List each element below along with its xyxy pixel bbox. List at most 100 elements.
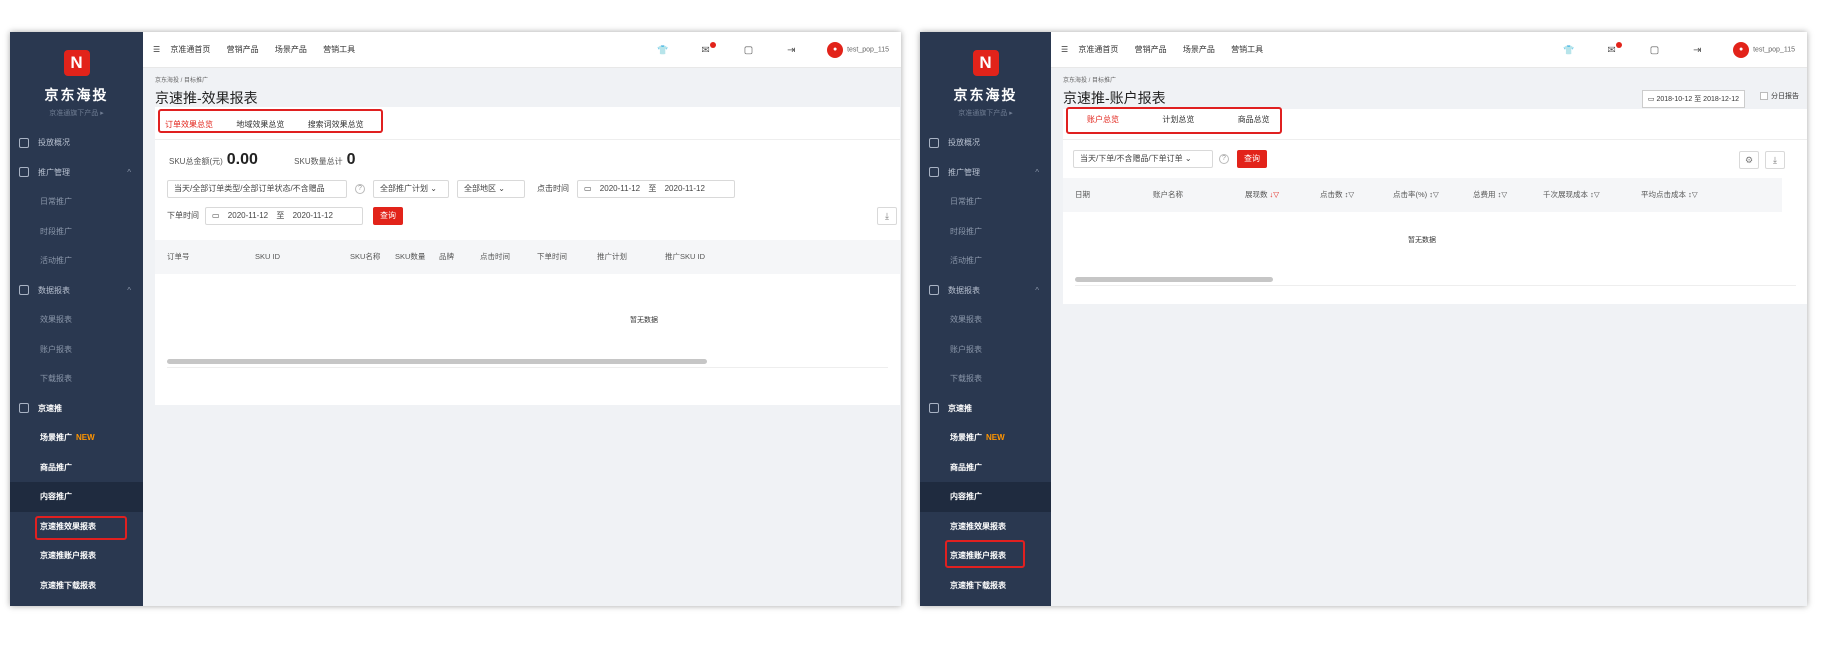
sidebar-item-product-promo[interactable]: 商品推广 [10,453,143,483]
click-time-range[interactable]: ▭ 2020-11-12 至 2020-11-12 [577,180,735,198]
sort-icon[interactable]: ↕▽ [1496,190,1508,199]
settings-icon[interactable]: ⚙ [1739,151,1759,169]
nav-marketing-products[interactable]: 营销产品 [227,45,259,54]
split-report-checkbox[interactable]: 分日报告 [1760,91,1799,101]
sidebar-item-account-report[interactable]: 账户报表 [920,335,1051,365]
menu-icon[interactable]: ☰ [153,45,160,54]
mail-icon[interactable]: ✉ [1605,33,1622,69]
sort-icon[interactable]: ↓▽ [1270,190,1280,199]
horizontal-scrollbar[interactable] [167,359,707,364]
exit-icon[interactable]: ⇥ [1690,33,1704,69]
region-select[interactable]: 全部地区 ⌄ [457,180,525,198]
avatar[interactable]: ● [827,42,844,59]
nav-marketing-products[interactable]: 营销产品 [1135,45,1167,54]
sidebar-item-jst-effect-report[interactable]: 京速推效果报表 [10,512,143,542]
tab-product-overview[interactable]: 商品总览 [1238,110,1270,130]
sidebar-item-download-report[interactable]: 下载报表 [920,364,1051,394]
horizontal-scrollbar[interactable] [1075,277,1273,282]
doc-icon[interactable]: ▢ [1648,33,1662,69]
sidebar-item-data-reports[interactable]: 数据报表 ^ [10,276,143,306]
sidebar-item-daily-promo[interactable]: 日常推广 [920,187,1051,217]
nav-marketing-tools[interactable]: 营销工具 [1231,45,1263,54]
sidebar-item-event-promo[interactable]: 活动推广 [10,246,143,276]
sidebar-item-jst-effect-report[interactable]: 京速推效果报表 [920,512,1051,542]
sidebar-item-jingsutui[interactable]: 京速推 [10,394,143,424]
nav-home[interactable]: 京准通首页 [1078,45,1118,54]
sidebar-item-promotion-mgmt[interactable]: 推广管理 ^ [10,158,143,188]
tab-divider [155,139,900,140]
order-type-value: 当天/全部订单类型/全部订单状态/不含赠品 [174,184,325,193]
sidebar-item-effect-report[interactable]: 效果报表 [10,305,143,335]
sidebar-item-download-report[interactable]: 下载报表 [10,364,143,394]
nav-scene-products[interactable]: 场景产品 [275,45,307,54]
sku-qty-value: 0 [346,151,356,168]
sidebar-item-overview[interactable]: 投放概况 [10,128,143,158]
shirt-icon[interactable]: 👕 [1562,32,1576,68]
download-icon[interactable]: ⤓ [877,207,897,225]
tab-plan-overview[interactable]: 计划总览 [1162,110,1194,130]
username[interactable]: test_pop_115 [1753,46,1795,53]
sort-icon[interactable]: ↕▽ [1588,190,1600,199]
sort-icon[interactable]: ↕▽ [1343,190,1355,199]
plan-select[interactable]: 全部推广计划 ⌄ [373,180,449,198]
new-badge: NEW [986,433,1005,442]
mail-icon[interactable]: ✉ [699,33,716,69]
tab-order-effect[interactable]: 订单效果总览 [165,115,213,135]
sidebar-item-data-reports[interactable]: 数据报表 ^ [920,276,1051,306]
date-range-picker[interactable]: ▭ 2018-10-12 至 2018-12-12 [1641,90,1745,108]
sidebar-item-effect-report[interactable]: 效果报表 [920,305,1051,335]
doc-icon[interactable]: ▢ [742,33,756,69]
sidebar-item-label: 京速推账户报表 [950,551,1006,560]
nav-home[interactable]: 京准通首页 [170,45,210,54]
help-icon[interactable]: ? [1219,154,1229,164]
sidebar-item-product-promo[interactable]: 商品推广 [920,453,1051,483]
sidebar-item-jst-account-report[interactable]: 京速推账户报表 [920,541,1051,571]
sidebar-item-jst-download-report[interactable]: 京速推下载报表 [920,571,1051,601]
username[interactable]: test_pop_115 [847,46,889,53]
split-report-label: 分日报告 [1771,93,1799,100]
tab-region-effect[interactable]: 地域效果总览 [236,115,284,135]
sidebar-item-scene-promo[interactable]: 场景推广 NEW [920,423,1051,453]
sidebar-item-overview[interactable]: 投放概况 [920,128,1051,158]
help-icon[interactable]: ? [355,184,365,194]
query-button[interactable]: 查询 [373,207,403,225]
sidebar-item-scene-promo[interactable]: 场景推广 NEW [10,423,143,453]
tab-account-overview[interactable]: 账户总览 [1087,110,1119,130]
filter-select[interactable]: 当天/下单/不含赠品/下单订单 ⌄ [1073,150,1213,168]
tab-keyword-effect[interactable]: 搜索词效果总览 [308,115,364,135]
sidebar-item-promotion-mgmt[interactable]: 推广管理 ^ [920,158,1051,188]
avatar[interactable]: ● [1733,42,1750,59]
sidebar-item-event-promo[interactable]: 活动推广 [920,246,1051,276]
sidebar-item-content-promo[interactable]: 内容推广 [920,482,1051,512]
sidebar-item-jst-account-report[interactable]: 京速推账户报表 [10,541,143,571]
nav-scene-products[interactable]: 场景产品 [1183,45,1215,54]
notification-dot [1615,42,1622,48]
sidebar-menu: 投放概况 推广管理 ^ 日常推广 时段推广 活动推广 数据报表 ^ 效果报表 账户报… [10,128,143,600]
brand-subtitle[interactable]: 京准通旗下产品 ▸ [10,108,143,118]
sidebar-item-label: 京速推效果报表 [40,521,96,531]
exit-icon[interactable]: ⇥ [784,33,798,69]
download-icon[interactable]: ⤓ [1765,151,1785,169]
report-tabs: 账户总览 计划总览 商品总览 [1087,110,1310,130]
query-button[interactable]: 查询 [1237,150,1267,168]
top-navbar: ☰ 京准通首页 营销产品 场景产品 营销工具 👕 ✉ ▢ ⇥ ● test_pop… [143,32,901,68]
sidebar-item-jingsutui[interactable]: 京速推 [920,394,1051,424]
nav-marketing-tools[interactable]: 营销工具 [323,45,355,54]
sort-icon[interactable]: ↕▽ [1427,190,1439,199]
sidebar-item-jst-download-report[interactable]: 京速推下载报表 [10,571,143,601]
order-time-range[interactable]: ▭ 2020-11-12 至 2020-11-12 [205,207,363,225]
sidebar-item-time-promo[interactable]: 时段推广 [920,217,1051,247]
sidebar-item-daily-promo[interactable]: 日常推广 [10,187,143,217]
shirt-icon[interactable]: 👕 [656,32,670,68]
sidebar-item-account-report[interactable]: 账户报表 [10,335,143,365]
sidebar-item-content-promo[interactable]: 内容推广 [10,482,143,512]
table-header: 日期 账户名称 展现数 ↓▽ 点击数 ↕▽ 点击率(%) ↕▽ 总费用 ↕▽ 千次… [1063,178,1782,212]
sidebar-item-label: 投放概况 [38,138,70,147]
brand-subtitle[interactable]: 京准通旗下产品 ▸ [920,108,1051,118]
report-icon [19,285,29,296]
sidebar-item-time-promo[interactable]: 时段推广 [10,217,143,247]
col-clicks: 点击数 ↕▽ [1320,178,1354,212]
menu-icon[interactable]: ☰ [1061,45,1068,54]
order-type-select[interactable]: 当天/全部订单类型/全部订单状态/不含赠品 [167,180,347,198]
sort-icon[interactable]: ↕▽ [1686,190,1698,199]
